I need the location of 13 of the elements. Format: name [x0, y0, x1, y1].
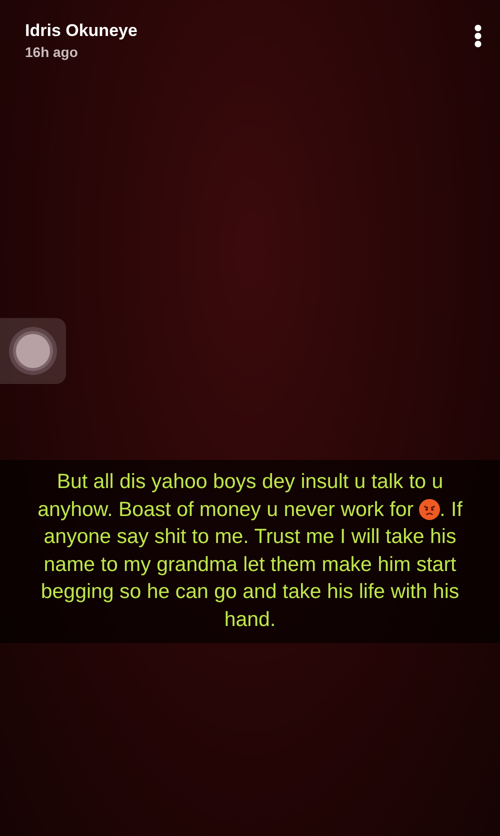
angry-face-icon — [418, 498, 440, 520]
circle-icon — [8, 326, 58, 376]
caption-text: begging so he can go and take his life with his — [40, 579, 460, 605]
user-name: Idris Okuneye — [25, 20, 138, 42]
caption-text: anyhow. Boast of money u never work for — [38, 496, 414, 522]
caption-text: anyone say shit to me. Trust me I will take his — [44, 524, 456, 550]
floating-button[interactable] — [0, 318, 66, 384]
caption-text: . If — [440, 496, 462, 522]
caption-text: But all dis yahoo boys dey insult u talk to u — [56, 469, 444, 495]
caption-text: hand. — [224, 606, 276, 632]
post-time: 16h ago — [25, 43, 79, 62]
more-options-icon[interactable] — [474, 24, 482, 48]
caption-text: name to my grandma let them make him start — [44, 552, 456, 578]
